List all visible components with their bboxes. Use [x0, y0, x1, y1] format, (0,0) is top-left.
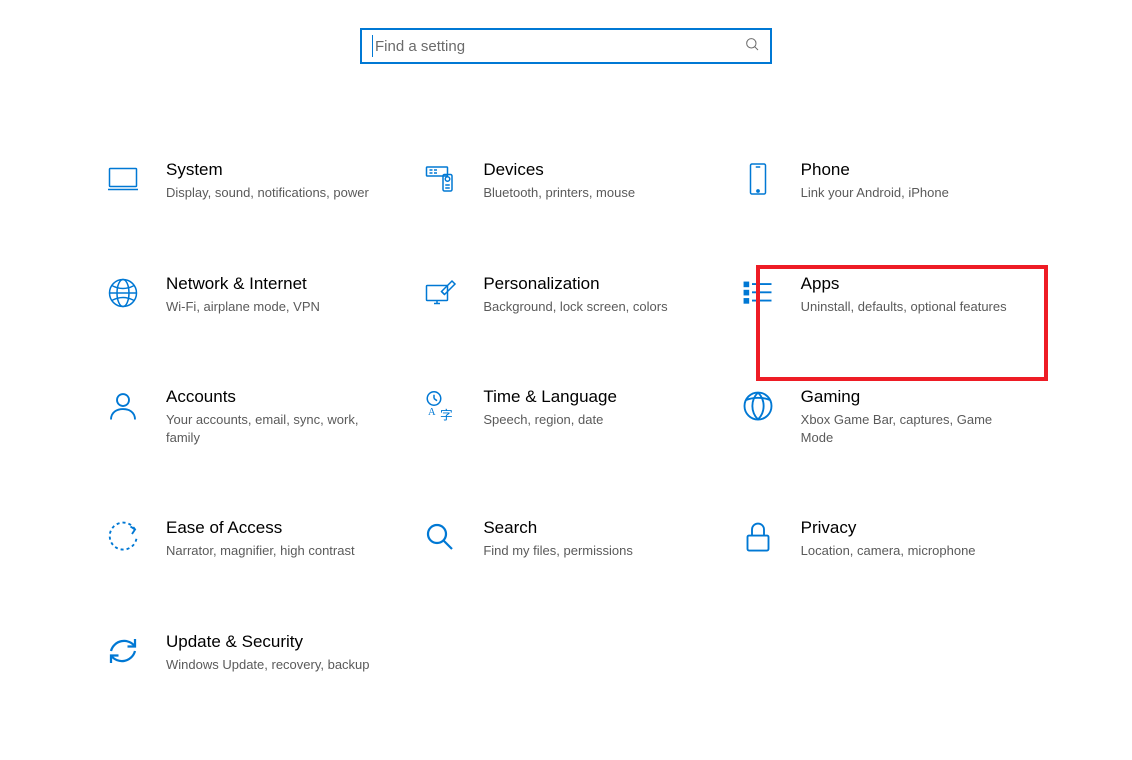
tile-desc: Background, lock screen, colors	[483, 298, 667, 316]
settings-grid: System Display, sound, notifications, po…	[0, 64, 1132, 679]
tile-desc: Uninstall, defaults, optional features	[801, 298, 1007, 316]
tile-desc: Windows Update, recovery, backup	[166, 656, 370, 674]
tile-time-language[interactable]: A 字 Time & Language Speech, region, date	[417, 381, 714, 452]
tile-title: Network & Internet	[166, 274, 320, 294]
tile-accounts[interactable]: Accounts Your accounts, email, sync, wor…	[100, 381, 397, 452]
tile-title: Time & Language	[483, 387, 617, 407]
tile-ease-of-access[interactable]: Ease of Access Narrator, magnifier, high…	[100, 512, 397, 566]
tile-desc: Narrator, magnifier, high contrast	[166, 542, 355, 560]
search-input[interactable]	[375, 38, 744, 55]
system-icon	[104, 160, 142, 198]
tile-devices[interactable]: Devices Bluetooth, printers, mouse	[417, 154, 714, 208]
tile-desc: Link your Android, iPhone	[801, 184, 949, 202]
tile-personalization[interactable]: Personalization Background, lock screen,…	[417, 268, 714, 322]
accounts-icon	[104, 387, 142, 425]
svg-text:A: A	[428, 407, 436, 418]
tile-title: System	[166, 160, 369, 180]
update-icon	[104, 632, 142, 670]
tile-desc: Speech, region, date	[483, 411, 617, 429]
apps-icon	[739, 274, 777, 312]
tile-title: Update & Security	[166, 632, 370, 652]
tile-update-security[interactable]: Update & Security Windows Update, recove…	[100, 626, 397, 680]
tile-title: Search	[483, 518, 633, 538]
phone-icon	[739, 160, 777, 198]
tile-desc: Find my files, permissions	[483, 542, 633, 560]
tile-search[interactable]: Search Find my files, permissions	[417, 512, 714, 566]
tile-title: Gaming	[801, 387, 1011, 407]
tile-title: Phone	[801, 160, 949, 180]
tile-desc: Bluetooth, printers, mouse	[483, 184, 635, 202]
tile-phone[interactable]: Phone Link your Android, iPhone	[735, 154, 1032, 208]
time-language-icon: A 字	[421, 387, 459, 425]
search-icon	[744, 36, 760, 57]
devices-icon	[421, 160, 459, 198]
tile-title: Apps	[801, 274, 1007, 294]
ease-of-access-icon	[104, 518, 142, 556]
search-tile-icon	[421, 518, 459, 556]
gaming-icon	[739, 387, 777, 425]
globe-icon	[104, 274, 142, 312]
tile-desc: Your accounts, email, sync, work, family	[166, 411, 376, 446]
svg-text:字: 字	[440, 409, 453, 423]
tile-desc: Location, camera, microphone	[801, 542, 976, 560]
tile-desc: Display, sound, notifications, power	[166, 184, 369, 202]
tile-title: Devices	[483, 160, 635, 180]
search-box[interactable]	[360, 28, 772, 64]
text-caret	[372, 35, 373, 57]
privacy-icon	[739, 518, 777, 556]
tile-desc: Wi-Fi, airplane mode, VPN	[166, 298, 320, 316]
tile-privacy[interactable]: Privacy Location, camera, microphone	[735, 512, 1032, 566]
tile-title: Ease of Access	[166, 518, 355, 538]
tile-title: Privacy	[801, 518, 976, 538]
tile-network[interactable]: Network & Internet Wi-Fi, airplane mode,…	[100, 268, 397, 322]
tile-title: Personalization	[483, 274, 667, 294]
search-container	[0, 0, 1132, 64]
tile-gaming[interactable]: Gaming Xbox Game Bar, captures, Game Mod…	[735, 381, 1032, 452]
personalization-icon	[421, 274, 459, 312]
tile-system[interactable]: System Display, sound, notifications, po…	[100, 154, 397, 208]
tile-desc: Xbox Game Bar, captures, Game Mode	[801, 411, 1011, 446]
tile-apps[interactable]: Apps Uninstall, defaults, optional featu…	[735, 268, 1032, 322]
tile-title: Accounts	[166, 387, 376, 407]
